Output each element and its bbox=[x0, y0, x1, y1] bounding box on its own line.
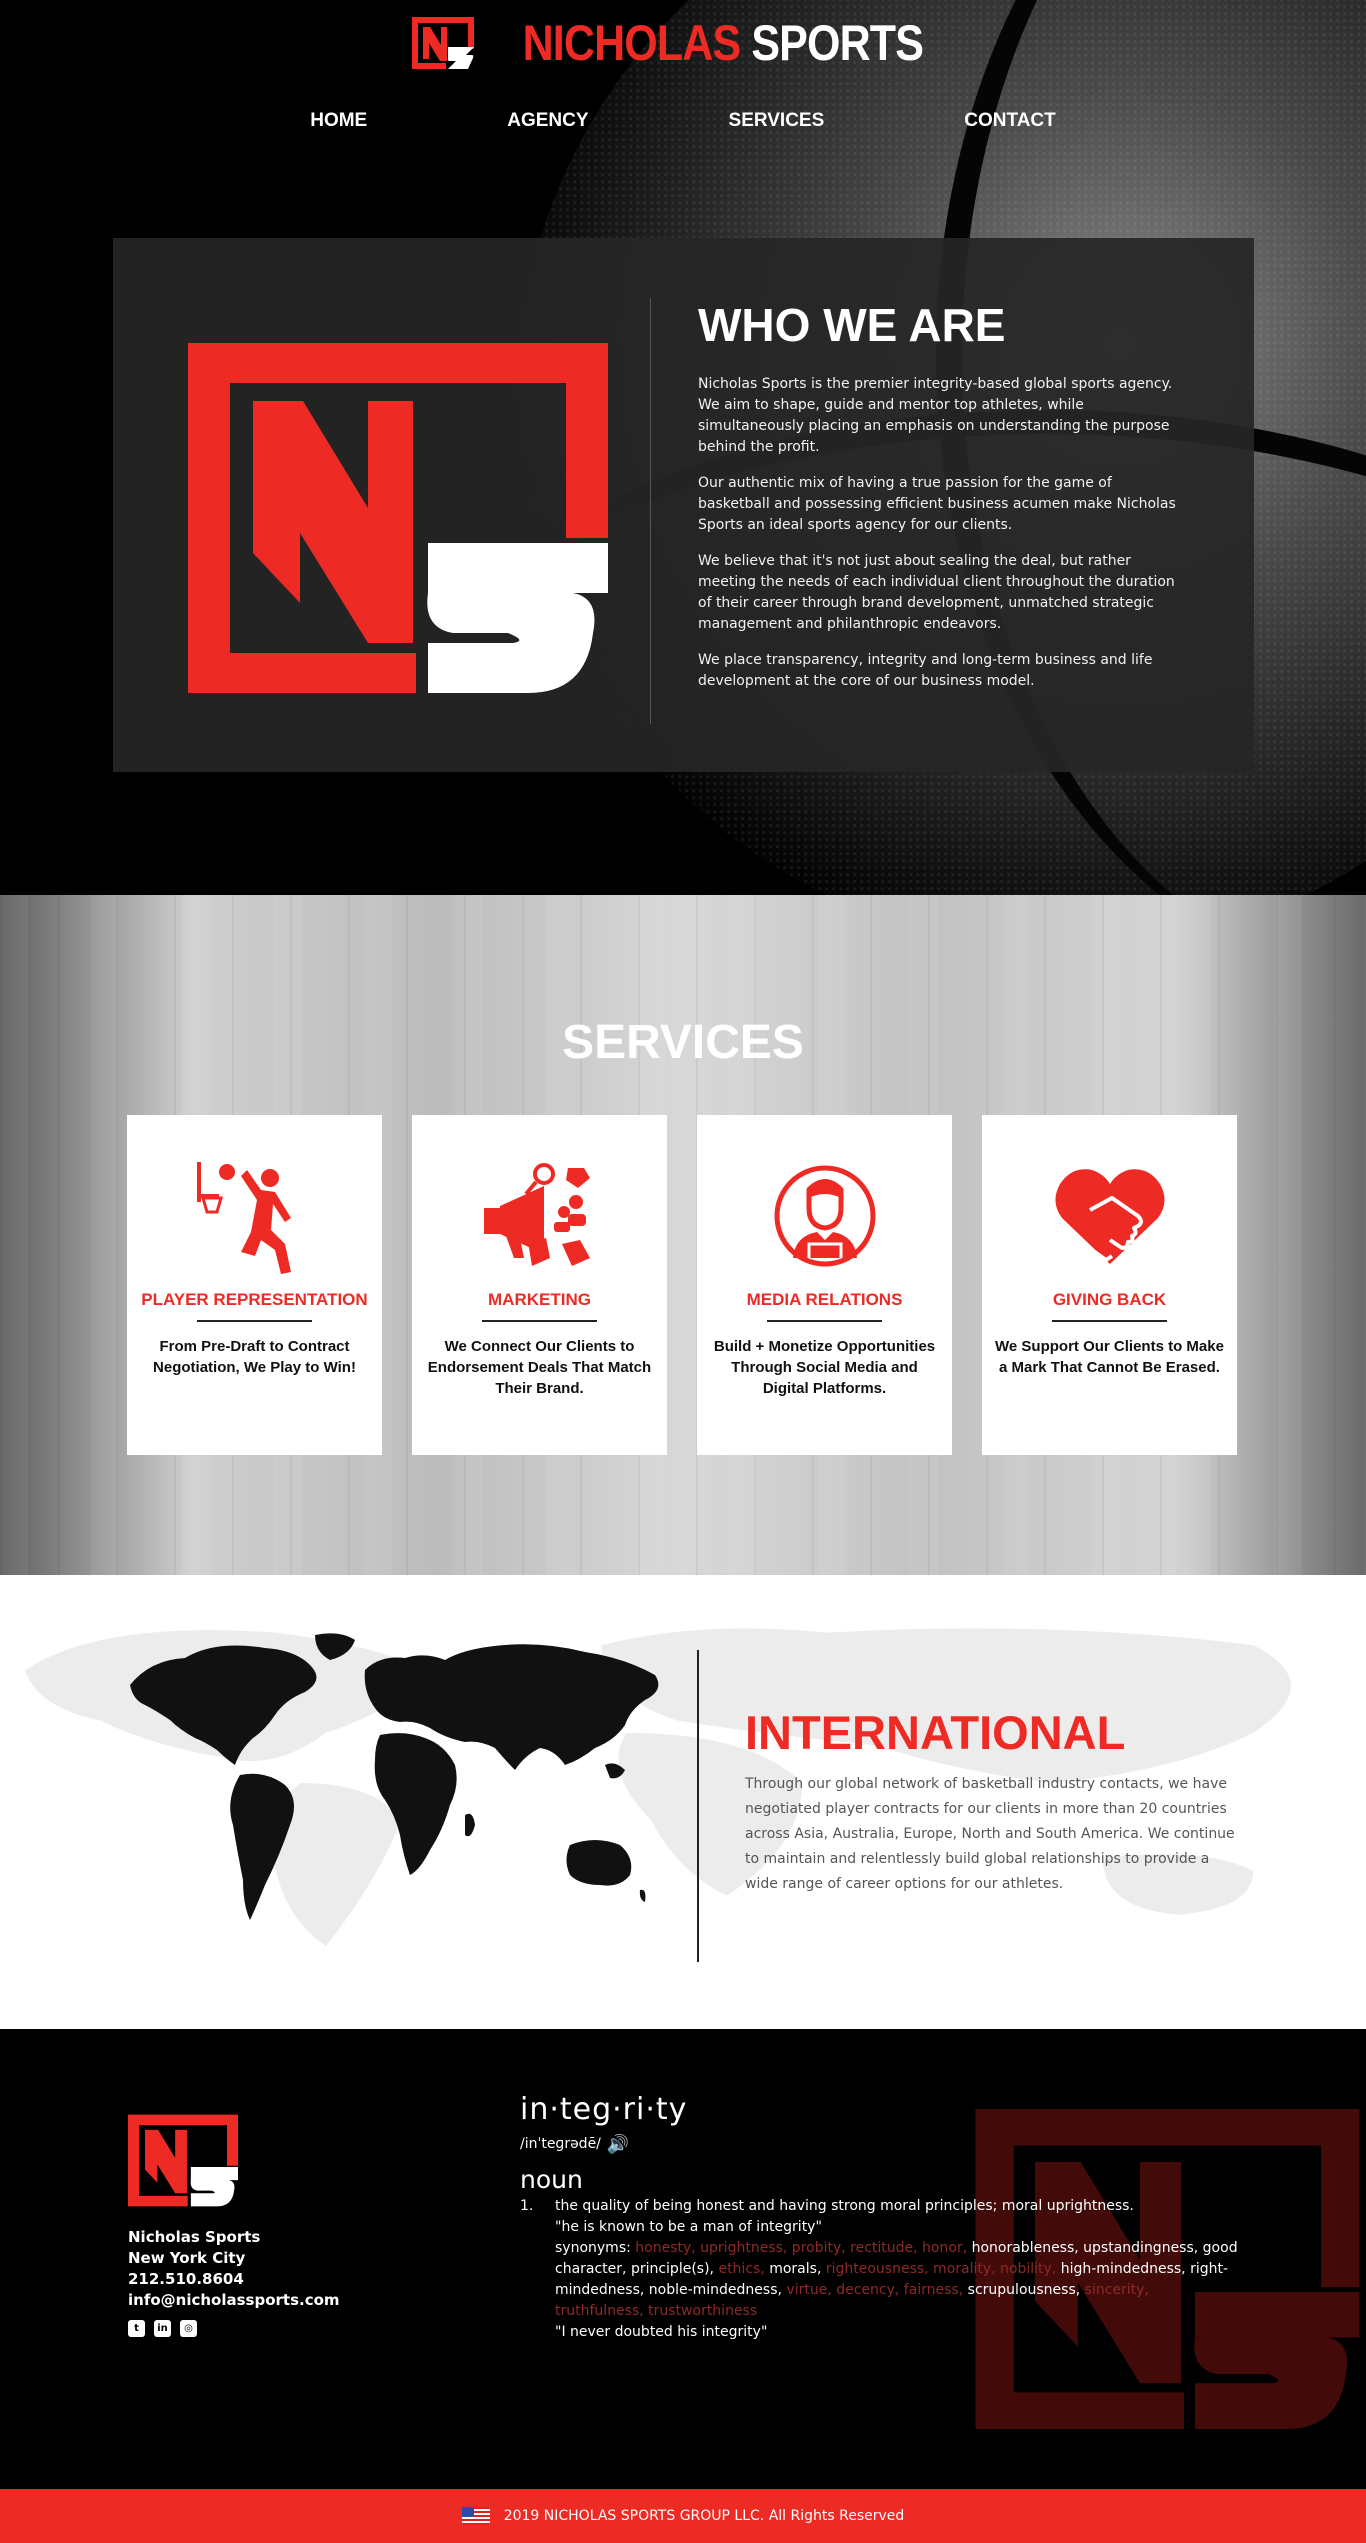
speaker-icon[interactable]: 🔊 bbox=[607, 2134, 629, 2155]
service-card-desc: We Support Our Clients to Make a Mark Th… bbox=[995, 1338, 1224, 1376]
international-title: INTERNATIONAL bbox=[745, 1706, 1126, 1759]
service-card-player-representation[interactable]: PLAYER REPRESENTATION From Pre-Draft to … bbox=[127, 1115, 382, 1455]
social-links: t in ◎ bbox=[128, 2320, 197, 2337]
heart-handshake-icon bbox=[1054, 1169, 1165, 1264]
nav-home[interactable]: HOME bbox=[310, 110, 367, 132]
service-card-title: GIVING BACK bbox=[1052, 1290, 1167, 1309]
contact-email[interactable]: info@nicholassports.com bbox=[128, 2290, 340, 2311]
contact-phone[interactable]: 212.510.8604 bbox=[128, 2269, 340, 2290]
about-paragraph: We believe that it's not just about seal… bbox=[698, 553, 1175, 632]
about-paragraph: Nicholas Sports is the premier integrity… bbox=[698, 376, 1173, 455]
twitter-icon[interactable]: t bbox=[128, 2320, 145, 2337]
dictionary-pronunciation: /inˈteɡrədē/ 🔊 bbox=[520, 2134, 630, 2155]
nav-agency[interactable]: AGENCY bbox=[507, 110, 588, 132]
about-paragraph: We place transparency, integrity and lon… bbox=[698, 652, 1153, 689]
copyright-bar: 2019 NICHOLAS SPORTS GROUP LLC. All Righ… bbox=[0, 2489, 1366, 2543]
about-paragraph: Our authentic mix of having a true passi… bbox=[698, 475, 1176, 533]
service-card-title: MARKETING bbox=[488, 1290, 591, 1309]
ns-logo-icon[interactable] bbox=[410, 15, 476, 71]
integrity-definition: in·teg·ri·ty /inˈteɡrədē/ 🔊 noun 1. the … bbox=[520, 2092, 1240, 2343]
copyright-text: 2019 NICHOLAS SPORTS GROUP LLC. All Righ… bbox=[503, 2508, 905, 2524]
who-we-are-panel: WHO WE ARE Nicholas Sports is the premie… bbox=[113, 238, 1254, 772]
about-title: WHO WE ARE bbox=[698, 299, 1006, 351]
international-body: Through our global network of basketball… bbox=[745, 1776, 1235, 1892]
world-map-image bbox=[130, 1633, 659, 1920]
service-card-desc: From Pre-Draft to Contract Negotiation, … bbox=[153, 1338, 356, 1376]
person-avatar-icon bbox=[774, 1165, 875, 1267]
definition-example: "he is known to be a man of integrity" bbox=[555, 2219, 822, 2235]
dictionary-part-of-speech: noun bbox=[520, 2165, 583, 2194]
international-divider bbox=[697, 1650, 699, 1962]
service-card-title: PLAYER REPRESENTATION bbox=[141, 1290, 368, 1309]
contact-name: Nicholas Sports bbox=[128, 2228, 261, 2246]
synonyms-list: synonyms: honesty, uprightness, probity,… bbox=[555, 2240, 1238, 2319]
definition-text: the quality of being honest and having s… bbox=[555, 2198, 1134, 2214]
ns-footer-logo-icon[interactable] bbox=[128, 2114, 238, 2207]
nav-services[interactable]: SERVICES bbox=[729, 110, 825, 132]
about-text: WHO WE ARE Nicholas Sports is the premie… bbox=[698, 298, 1183, 707]
main-nav: HOME AGENCY SERVICES CONTACT bbox=[0, 110, 1366, 132]
contact-city: New York City bbox=[128, 2249, 246, 2267]
service-card-title: MEDIA RELATIONS bbox=[746, 1290, 903, 1309]
service-card-giving-back[interactable]: GIVING BACK We Support Our Clients to Ma… bbox=[982, 1115, 1237, 1455]
ns-large-logo-icon bbox=[188, 343, 608, 693]
about-divider bbox=[650, 298, 651, 724]
international-section: INTERNATIONAL Through our global network… bbox=[0, 1575, 1366, 2029]
us-flag-icon bbox=[461, 2507, 490, 2525]
services-title: SERVICES bbox=[562, 1016, 804, 1069]
brand-header[interactable]: NICHOLAS SPORTS bbox=[0, 14, 1366, 72]
nav-contact[interactable]: CONTACT bbox=[964, 110, 1055, 132]
services-section: SERVICES PLAYER REPRESENTATION From Pre-… bbox=[0, 895, 1366, 1575]
definition-example: "I never doubted his integrity" bbox=[555, 2324, 768, 2340]
footer-section: Nicholas Sports New York City 212.510.86… bbox=[0, 2029, 1366, 2489]
definition-number: 1. bbox=[520, 2198, 534, 2214]
service-card-desc: Build + Monetize Opportunities Through S… bbox=[713, 1338, 936, 1397]
linkedin-icon[interactable]: in bbox=[154, 2320, 171, 2337]
basketball-player-icon bbox=[196, 1162, 291, 1274]
megaphone-icon bbox=[483, 1163, 590, 1266]
service-card-media-relations[interactable]: MEDIA RELATIONS Build + Monetize Opportu… bbox=[697, 1115, 952, 1455]
service-card-desc: We Connect Our Clients to Endorsement De… bbox=[427, 1338, 652, 1397]
hero-section: NICHOLAS SPORTS HOME AGENCY SERVICES CON… bbox=[0, 0, 1366, 895]
international-text: INTERNATIONAL Through our global network… bbox=[745, 1705, 1235, 1897]
service-cards: PLAYER REPRESENTATION From Pre-Draft to … bbox=[127, 1115, 1237, 1455]
brand-name: NICHOLAS SPORTS bbox=[522, 15, 924, 71]
dictionary-word: in·teg·ri·ty bbox=[520, 2092, 688, 2127]
service-card-marketing[interactable]: MARKETING We Connect Our Clients to Endo… bbox=[412, 1115, 667, 1455]
contact-info: Nicholas Sports New York City 212.510.86… bbox=[128, 2227, 340, 2311]
instagram-icon[interactable]: ◎ bbox=[180, 2320, 197, 2337]
